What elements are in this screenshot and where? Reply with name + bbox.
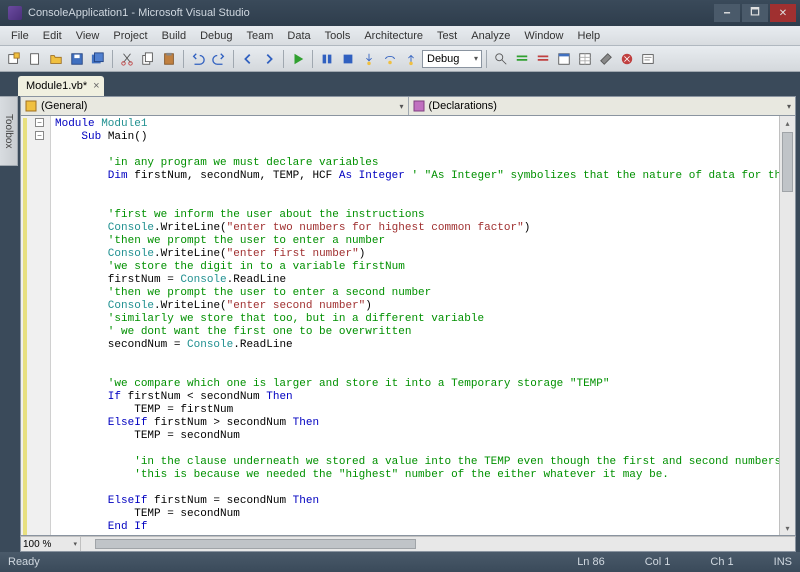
paste-button[interactable] [159, 49, 179, 69]
scroll-up-icon[interactable]: ▴ [780, 116, 795, 130]
status-bar: Ready Ln 86 Col 1 Ch 1 INS [0, 552, 800, 572]
uncomment-button[interactable] [533, 49, 553, 69]
new-project-button[interactable] [4, 49, 24, 69]
nav-forward-button[interactable] [259, 49, 279, 69]
minimize-button[interactable]: 🗕 [714, 4, 740, 22]
vs-logo-icon [8, 6, 22, 20]
break-all-button[interactable] [317, 49, 337, 69]
cut-button[interactable] [117, 49, 137, 69]
properties-button[interactable] [575, 49, 595, 69]
copy-button[interactable] [138, 49, 158, 69]
menu-team[interactable]: Team [240, 30, 281, 42]
solution-explorer-button[interactable] [554, 49, 574, 69]
status-line: Ln 86 [577, 556, 605, 568]
fold-toggle[interactable]: − [35, 131, 44, 140]
status-col: Col 1 [645, 556, 671, 568]
toolbox-button[interactable] [596, 49, 616, 69]
redo-button[interactable] [209, 49, 229, 69]
menu-data[interactable]: Data [280, 30, 317, 42]
save-button[interactable] [67, 49, 87, 69]
window-title: ConsoleApplication1 - Microsoft Visual S… [8, 6, 250, 20]
member-label: (Declarations) [429, 100, 497, 112]
hscroll-thumb[interactable] [95, 539, 416, 549]
new-file-button[interactable] [25, 49, 45, 69]
open-button[interactable] [46, 49, 66, 69]
menu-window[interactable]: Window [517, 30, 570, 42]
menu-bar: File Edit View Project Build Debug Team … [0, 26, 800, 46]
horizontal-scroll-row: 100 % [20, 536, 796, 552]
zoom-combo[interactable]: 100 % [21, 537, 81, 551]
code-content[interactable]: Module Module1 Sub Main() 'in any progra… [51, 116, 779, 535]
editor-gutter: − − [21, 116, 51, 535]
menu-architecture[interactable]: Architecture [357, 30, 430, 42]
error-list-button[interactable] [617, 49, 637, 69]
tab-label: Module1.vb* [26, 80, 87, 92]
find-button[interactable] [491, 49, 511, 69]
member-dropdown[interactable]: (Declarations) [409, 97, 796, 115]
fold-toggle[interactable]: − [35, 118, 44, 127]
scope-label: (General) [41, 100, 87, 112]
title-text: ConsoleApplication1 - Microsoft Visual S… [28, 7, 250, 19]
menu-tools[interactable]: Tools [318, 30, 358, 42]
module-icon [25, 100, 37, 112]
step-over-button[interactable] [380, 49, 400, 69]
document-tab-strip: Module1.vb* × [0, 72, 800, 96]
title-bar: ConsoleApplication1 - Microsoft Visual S… [0, 0, 800, 26]
menu-file[interactable]: File [4, 30, 36, 42]
menu-project[interactable]: Project [106, 30, 154, 42]
save-all-button[interactable] [88, 49, 108, 69]
vertical-scrollbar[interactable]: ▴ ▾ [779, 116, 795, 535]
scroll-thumb[interactable] [782, 132, 793, 192]
menu-debug[interactable]: Debug [193, 30, 239, 42]
scope-dropdown[interactable]: (General) [21, 97, 409, 115]
document-tab[interactable]: Module1.vb* × [18, 76, 104, 96]
menu-edit[interactable]: Edit [36, 30, 69, 42]
step-into-button[interactable] [359, 49, 379, 69]
toolbar: Debug [0, 46, 800, 72]
scroll-down-icon[interactable]: ▾ [780, 521, 795, 535]
solution-config-combo[interactable]: Debug [422, 50, 482, 68]
window-buttons: 🗕 🗖 ✕ [714, 4, 796, 22]
method-icon [413, 100, 425, 112]
comment-button[interactable] [512, 49, 532, 69]
start-debug-button[interactable] [288, 49, 308, 69]
menu-view[interactable]: View [69, 30, 107, 42]
output-button[interactable] [638, 49, 658, 69]
status-ch: Ch 1 [710, 556, 733, 568]
menu-help[interactable]: Help [571, 30, 608, 42]
step-out-button[interactable] [401, 49, 421, 69]
maximize-button[interactable]: 🗖 [742, 4, 768, 22]
menu-analyze[interactable]: Analyze [464, 30, 517, 42]
stop-button[interactable] [338, 49, 358, 69]
editor-area: (General) (Declarations) − − Module Modu… [0, 96, 800, 552]
toolbox-sidebar-tab[interactable]: Toolbox [0, 96, 18, 166]
code-editor[interactable]: − − Module Module1 Sub Main() 'in any pr… [20, 116, 796, 536]
menu-test[interactable]: Test [430, 30, 464, 42]
navigation-bar: (General) (Declarations) [20, 96, 796, 116]
nav-back-button[interactable] [238, 49, 258, 69]
horizontal-scrollbar[interactable] [81, 537, 795, 551]
status-ready: Ready [8, 556, 40, 568]
tab-close-icon[interactable]: × [93, 80, 99, 92]
menu-build[interactable]: Build [155, 30, 193, 42]
undo-button[interactable] [188, 49, 208, 69]
close-button[interactable]: ✕ [770, 4, 796, 22]
status-ins: INS [774, 556, 792, 568]
